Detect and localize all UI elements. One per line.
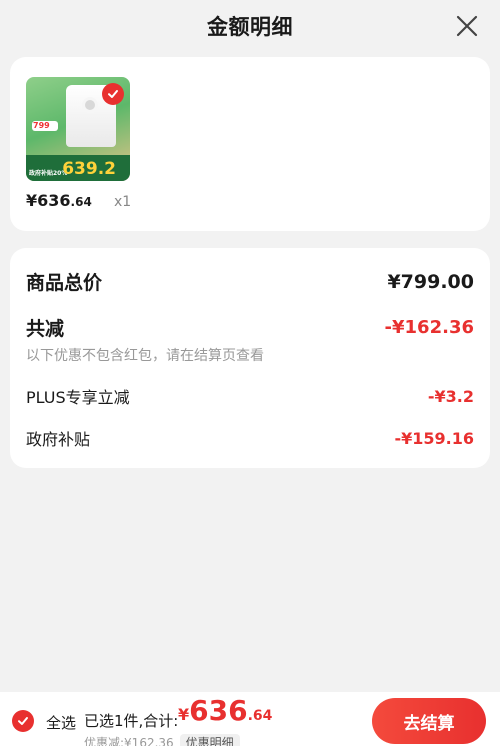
discount-text: 优惠减:¥162.36: [84, 736, 174, 746]
total-price: ¥636.64: [178, 694, 272, 727]
checkout-bar: 全选 已选1件,合计: ¥636.64 优惠减:¥162.36 优惠明细 去结算: [0, 692, 500, 746]
check-circle-icon[interactable]: [12, 710, 34, 732]
reduction-row: 共减 -¥162.36: [26, 314, 474, 341]
page-title: 金额明细: [207, 15, 293, 39]
promo-price: 639.2: [62, 159, 116, 179]
header: 金额明细: [0, 0, 500, 52]
total-row: 商品总价 ¥799.00: [26, 268, 474, 295]
reduction-hint: 以下优惠不包含红包，请在结算页查看: [26, 348, 264, 364]
reduction-label: 共减: [26, 318, 65, 340]
check-circle-icon[interactable]: [102, 83, 124, 105]
selected-info: 已选1件,合计:: [84, 712, 179, 730]
price-summary-card: 商品总价 ¥799.00 共减 -¥162.36 以下优惠不包含红包，请在结算页…: [10, 248, 490, 468]
gov-subsidy-row: 政府补贴 -¥159.16: [26, 426, 474, 450]
total-decimal: .64: [247, 708, 273, 724]
discount-detail-button[interactable]: 优惠明细: [179, 734, 240, 746]
plus-discount-row: PLUS专享立减 -¥3.2: [26, 384, 474, 408]
gov-subsidy-value: -¥159.16: [394, 428, 474, 448]
close-icon[interactable]: [454, 13, 480, 39]
product-card: 799 政府补贴20% 639.2 ¥636.64 x1: [10, 57, 490, 231]
product-dial: [82, 97, 98, 113]
reduction-value: -¥162.36: [384, 317, 474, 338]
total-value: ¥799.00: [387, 270, 474, 293]
thumb-tag: 799: [33, 121, 50, 130]
product-thumbnail[interactable]: 799 政府补贴20% 639.2: [26, 77, 130, 181]
total-symbol: ¥: [178, 705, 190, 724]
price-decimal: .64: [70, 195, 92, 209]
select-all-label[interactable]: 全选: [46, 712, 76, 733]
discount-summary: 优惠减:¥162.36 优惠明细: [84, 734, 240, 746]
plus-discount-value: -¥3.2: [427, 386, 474, 406]
total-integer: 636: [189, 694, 248, 727]
gov-subsidy-label: 政府补贴: [26, 430, 91, 449]
product-price: ¥636.64: [26, 191, 92, 210]
checkout-button[interactable]: 去结算: [372, 698, 486, 744]
plus-discount-label: PLUS专享立减: [26, 388, 130, 407]
total-label: 商品总价: [26, 272, 103, 294]
amount-detail-sheet: 金额明细 799 政府补贴20% 639.2 ¥636.64 x1 商品总价 ¥…: [0, 0, 500, 746]
price-integer: 636: [37, 191, 71, 210]
product-quantity: x1: [114, 194, 132, 210]
price-symbol: ¥: [26, 191, 38, 210]
